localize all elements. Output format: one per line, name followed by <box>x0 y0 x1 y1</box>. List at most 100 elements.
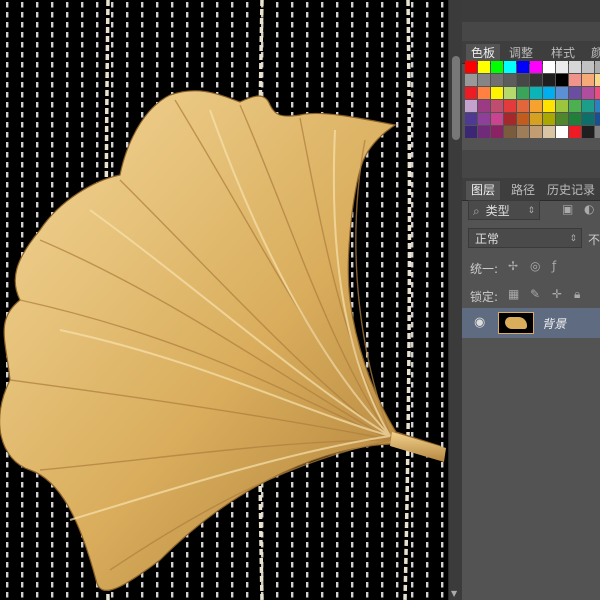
color-swatch[interactable] <box>569 100 581 112</box>
color-swatch[interactable] <box>530 61 542 73</box>
lock-position-icon[interactable]: ✛ <box>552 287 562 301</box>
unify-label: 统一: <box>470 262 499 276</box>
color-swatch[interactable] <box>595 61 600 73</box>
chevron-updown-icon: ⇕ <box>527 206 535 216</box>
color-swatch[interactable] <box>582 74 594 86</box>
color-swatch[interactable] <box>478 87 490 99</box>
color-swatch[interactable] <box>543 126 555 138</box>
color-swatch[interactable] <box>530 74 542 86</box>
layer-thumbnail <box>498 312 534 334</box>
color-swatch[interactable] <box>530 126 542 138</box>
color-swatch[interactable] <box>556 126 568 138</box>
color-swatch[interactable] <box>491 61 503 73</box>
color-swatch[interactable] <box>569 61 581 73</box>
color-swatch[interactable] <box>595 74 600 86</box>
color-swatch[interactable] <box>556 61 568 73</box>
search-icon: ⌕ <box>473 204 480 218</box>
scroll-down-icon[interactable]: ▼ <box>451 589 457 598</box>
canvas-vertical-scrollbar[interactable]: ▼ <box>448 0 462 600</box>
color-swatch[interactable] <box>491 87 503 99</box>
unify-visibility-icon[interactable]: ◎ <box>530 259 540 273</box>
tab-paths[interactable]: 路径 <box>506 181 540 200</box>
swatches-grid <box>465 61 600 139</box>
lock-image-icon[interactable]: ✎ <box>530 287 540 301</box>
color-swatch[interactable] <box>595 113 600 125</box>
color-swatch[interactable] <box>582 126 594 138</box>
color-swatch[interactable] <box>556 113 568 125</box>
color-swatch[interactable] <box>582 87 594 99</box>
swatch-row <box>465 113 600 125</box>
color-swatch[interactable] <box>478 100 490 112</box>
color-swatch[interactable] <box>530 100 542 112</box>
color-swatch[interactable] <box>504 61 516 73</box>
color-swatch[interactable] <box>595 87 600 99</box>
color-swatch[interactable] <box>543 74 555 86</box>
unify-position-icon[interactable]: ✢ <box>508 259 518 273</box>
color-swatch[interactable] <box>556 87 568 99</box>
color-swatch[interactable] <box>504 100 516 112</box>
color-swatch[interactable] <box>517 113 529 125</box>
color-swatch[interactable] <box>478 74 490 86</box>
document-canvas[interactable] <box>0 0 448 600</box>
color-swatch[interactable] <box>517 100 529 112</box>
swatch-row <box>465 74 600 86</box>
color-swatch[interactable] <box>478 61 490 73</box>
color-swatch[interactable] <box>569 126 581 138</box>
scrollbar-thumb[interactable] <box>452 56 460 140</box>
color-swatch[interactable] <box>504 74 516 86</box>
layer-name: 背景 <box>542 317 567 331</box>
tab-layers[interactable]: 图层 <box>466 181 501 200</box>
color-swatch[interactable] <box>517 74 529 86</box>
blend-mode-dropdown[interactable]: 正常 ⇕ <box>468 228 582 248</box>
eye-icon[interactable]: ◉ <box>474 315 485 330</box>
lock-label: 锁定: <box>470 290 499 304</box>
layer-row[interactable]: ◉ 背景 <box>462 308 600 338</box>
color-swatch[interactable] <box>504 113 516 125</box>
color-swatch[interactable] <box>465 61 477 73</box>
lock-transparency-icon[interactable]: ▦ <box>508 287 519 301</box>
color-swatch[interactable] <box>530 87 542 99</box>
color-swatch[interactable] <box>491 74 503 86</box>
color-swatch[interactable] <box>543 100 555 112</box>
color-swatch[interactable] <box>491 113 503 125</box>
color-swatch[interactable] <box>530 113 542 125</box>
color-swatch[interactable] <box>504 126 516 138</box>
color-swatch[interactable] <box>582 100 594 112</box>
color-swatch[interactable] <box>556 74 568 86</box>
color-swatch[interactable] <box>491 126 503 138</box>
color-swatch[interactable] <box>543 113 555 125</box>
color-swatch[interactable] <box>478 113 490 125</box>
color-swatch[interactable] <box>595 100 600 112</box>
color-swatch[interactable] <box>543 61 555 73</box>
color-swatch[interactable] <box>569 87 581 99</box>
opacity-label: 不 <box>588 233 600 247</box>
color-swatch[interactable] <box>465 87 477 99</box>
color-swatch[interactable] <box>504 87 516 99</box>
color-swatch[interactable] <box>569 74 581 86</box>
color-swatch[interactable] <box>465 100 477 112</box>
color-swatch[interactable] <box>517 126 529 138</box>
color-swatch[interactable] <box>582 113 594 125</box>
color-swatch[interactable] <box>517 61 529 73</box>
color-swatch[interactable] <box>465 113 477 125</box>
color-swatch[interactable] <box>491 100 503 112</box>
unify-style-icon[interactable]: ƒ <box>552 259 556 273</box>
color-swatch[interactable] <box>465 74 477 86</box>
color-swatch[interactable] <box>543 87 555 99</box>
color-swatch[interactable] <box>595 126 600 138</box>
color-swatch[interactable] <box>569 113 581 125</box>
color-swatch[interactable] <box>582 61 594 73</box>
pixel-filter-icon[interactable]: ▣ <box>562 202 573 216</box>
color-swatch[interactable] <box>556 100 568 112</box>
layers-panel-tabs: 图层 路径 历史记录 <box>462 178 600 201</box>
color-swatch[interactable] <box>478 126 490 138</box>
swatch-row <box>465 61 600 73</box>
adjustment-filter-icon[interactable]: ◐ <box>584 202 594 216</box>
blend-mode-value: 正常 <box>475 232 500 246</box>
color-swatch[interactable] <box>517 87 529 99</box>
right-panel-dock: 色板 调整 样式 颜 图层 路径 历史记录 ⌕ 类型 ⇕ ▣ ◐ 正常 ⇕ 不 … <box>462 0 600 600</box>
layer-filter-dropdown[interactable]: ⌕ 类型 ⇕ <box>468 200 540 220</box>
color-swatch[interactable] <box>465 126 477 138</box>
tab-history[interactable]: 历史记录 <box>542 181 600 200</box>
lock-all-icon[interactable]: 🔒︎ <box>574 287 580 302</box>
